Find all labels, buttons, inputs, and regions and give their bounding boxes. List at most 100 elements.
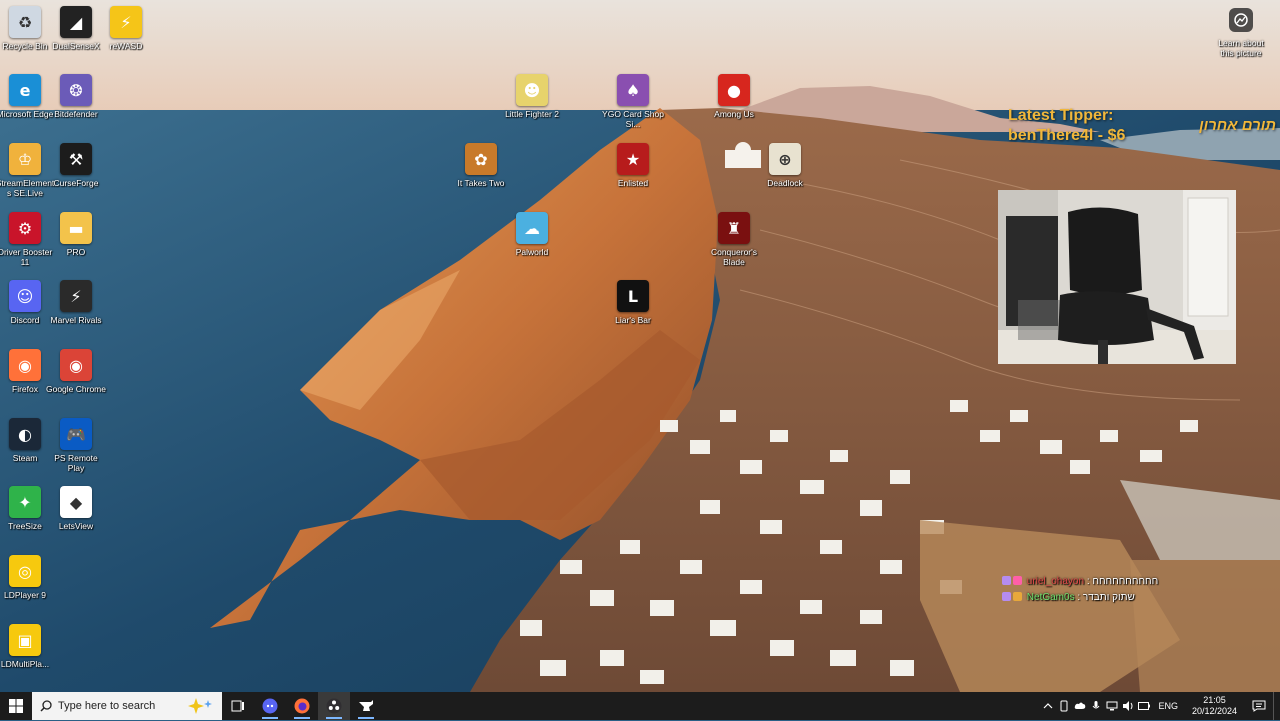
microphone-icon	[1093, 701, 1100, 709]
desktop-icon-label: Palworld	[515, 247, 549, 257]
desktop-icon-rewasd[interactable]: ⚡ reWASD	[95, 6, 157, 51]
clock-date: 20/12/2024	[1191, 706, 1237, 716]
phone-icon	[1060, 700, 1068, 712]
desktop-icon-bitdefender[interactable]: ❂ Bitdefender	[45, 74, 107, 119]
notification-icon	[1252, 700, 1266, 712]
among-us-icon: ●	[718, 74, 750, 106]
windows-logo-icon	[9, 699, 23, 713]
cloud-icon	[1075, 702, 1086, 709]
desktop-icon-among-us[interactable]: ● Among Us	[703, 74, 765, 119]
ldplayer-icon: ◎	[9, 555, 41, 587]
desktop-icon-label: Liar's Bar	[615, 315, 651, 325]
tipper-hebrew-title: תורם אחרון	[1199, 117, 1276, 134]
task-view-icon	[231, 700, 244, 712]
desktop-icon-conquerors-blade[interactable]: ♜ Conqueror's Blade	[703, 212, 765, 267]
desktop-icon-label: Conqueror's Blade	[710, 247, 758, 267]
ygo-card-shop-icon: ♠	[617, 74, 649, 106]
taskbar-search-box[interactable]: Type here to search	[32, 692, 222, 720]
desktop-icon-ldmultiplayer[interactable]: ▣ LDMultiPla...	[0, 624, 56, 669]
curseforge-icon	[359, 700, 373, 711]
crown-badge-icon	[1013, 592, 1022, 601]
little-fighter-icon: ☻	[516, 74, 548, 106]
desktop-icon-chrome[interactable]: ◉ Google Chrome	[45, 349, 107, 394]
taskbar-firefox[interactable]	[286, 692, 318, 720]
se-live-icon: ♔	[9, 143, 41, 175]
desktop-icon-label: Bitdefender	[54, 109, 98, 119]
desktop-icon-curseforge[interactable]: ⚒ CurseForge	[45, 143, 107, 188]
firefox-icon	[294, 698, 310, 714]
conquerors-blade-icon: ♜	[718, 212, 750, 244]
desktop-icon-label: Little Fighter 2	[505, 109, 559, 119]
battery-icon	[1138, 702, 1151, 710]
desktop-icon-it-takes-two[interactable]: ✿ It Takes Two	[450, 143, 512, 188]
start-button[interactable]	[0, 692, 32, 720]
desktop-icon-label: LDMultiPla...	[0, 659, 50, 669]
desktop-icon-folder[interactable]: ▬ PRO	[45, 212, 107, 257]
learn-about-picture[interactable]: Learn about this picture	[1212, 8, 1270, 58]
desktop-icon-marvel-rivals[interactable]: ⚡ Marvel Rivals	[45, 280, 107, 325]
desktop-icon-little-fighter[interactable]: ☻ Little Fighter 2	[501, 74, 563, 119]
desktop-icon-ldplayer[interactable]: ◎ LDPlayer 9	[0, 555, 56, 600]
taskbar-obs[interactable]	[318, 692, 350, 720]
taskbar-discord[interactable]	[254, 692, 286, 720]
dualsensex-icon: ◢	[60, 6, 92, 38]
network-button[interactable]	[1104, 692, 1120, 720]
desktop-icon-label: PS Remote Play	[54, 453, 98, 473]
desktop-icon-enlisted[interactable]: ★ Enlisted	[602, 143, 664, 188]
speaker-icon	[1123, 701, 1133, 711]
ps-remote-play-icon: 🎮	[60, 418, 92, 450]
clock-time: 21:05	[1203, 695, 1226, 705]
chat-badge-icon	[1002, 576, 1011, 585]
marvel-rivals-icon: ⚡	[60, 280, 92, 312]
palworld-icon: ☁	[516, 212, 548, 244]
letsview-icon: ◆	[60, 486, 92, 518]
chevron-up-icon	[1044, 703, 1053, 709]
driver-booster-icon: ⚙	[9, 212, 41, 244]
tray-app-icon[interactable]	[1072, 692, 1088, 720]
learn-about-picture-label: Learn about this picture	[1218, 38, 1264, 58]
enlisted-icon: ★	[617, 143, 649, 175]
it-takes-two-icon: ✿	[465, 143, 497, 175]
edge-icon: e	[9, 74, 41, 106]
rewasd-icon: ⚡	[110, 6, 142, 38]
desktop-icon-letsview[interactable]: ◆ LetsView	[45, 486, 107, 531]
heart-badge-icon	[1013, 576, 1022, 585]
search-placeholder: Type here to search	[58, 700, 156, 712]
desktop-icon-ps-remote-play[interactable]: 🎮 PS Remote Play	[45, 418, 107, 473]
chat-username: NetGam0s	[1026, 592, 1075, 603]
desktop-icon-label: CurseForge	[53, 178, 99, 188]
taskbar-curseforge[interactable]	[350, 692, 382, 720]
desktop-icon-label: Enlisted	[617, 178, 649, 188]
tray-app-icon[interactable]	[1136, 692, 1152, 720]
steam-icon: ◐	[9, 418, 41, 450]
webcam-overlay	[998, 190, 1236, 364]
folder-icon: ▬	[60, 212, 92, 244]
chat-badge-icon	[1002, 592, 1011, 601]
desktop-icon-label: PRO	[66, 247, 86, 257]
chat-line: uriel_ohayon : חחחחחחחחחח	[1002, 574, 1202, 590]
tray-app-icon[interactable]	[1088, 692, 1104, 720]
desktop-icon-label: reWASD	[109, 41, 143, 51]
show-hidden-icons-button[interactable]	[1040, 692, 1056, 720]
desktop-icon-deadlock[interactable]: ⊕ Deadlock	[754, 143, 816, 188]
show-desktop-button[interactable]	[1273, 692, 1280, 720]
discord-icon	[262, 698, 278, 714]
input-language[interactable]: ENG	[1158, 701, 1178, 711]
task-view-button[interactable]	[222, 692, 254, 720]
volume-button[interactable]	[1120, 692, 1136, 720]
desktop-icon-ygo-card-shop[interactable]: ♠ YGO Card Shop Si...	[602, 74, 664, 129]
stream-chat-overlay: uriel_ohayon : חחחחחחחחחח NetGam0s : שתו…	[1002, 574, 1202, 606]
chat-message: שתוק ותבדר	[1082, 592, 1135, 603]
chrome-icon: ◉	[60, 349, 92, 381]
chat-line: NetGam0s : שתוק ותבדר	[1002, 590, 1202, 606]
desktop-icon-label: LDPlayer 9	[3, 590, 47, 600]
notification-center-button[interactable]	[1245, 700, 1273, 712]
search-highlight-icon	[188, 696, 216, 721]
desktop-icon-liars-bar[interactable]: L Liar's Bar	[602, 280, 664, 325]
deadlock-icon: ⊕	[769, 143, 801, 175]
desktop-icon-label: LetsView	[58, 521, 94, 531]
taskbar-clock[interactable]: 21:05 20/12/2024	[1192, 695, 1237, 717]
desktop-icon-palworld[interactable]: ☁ Palworld	[501, 212, 563, 257]
tray-app-icon[interactable]	[1056, 692, 1072, 720]
treesize-icon: ✦	[9, 486, 41, 518]
